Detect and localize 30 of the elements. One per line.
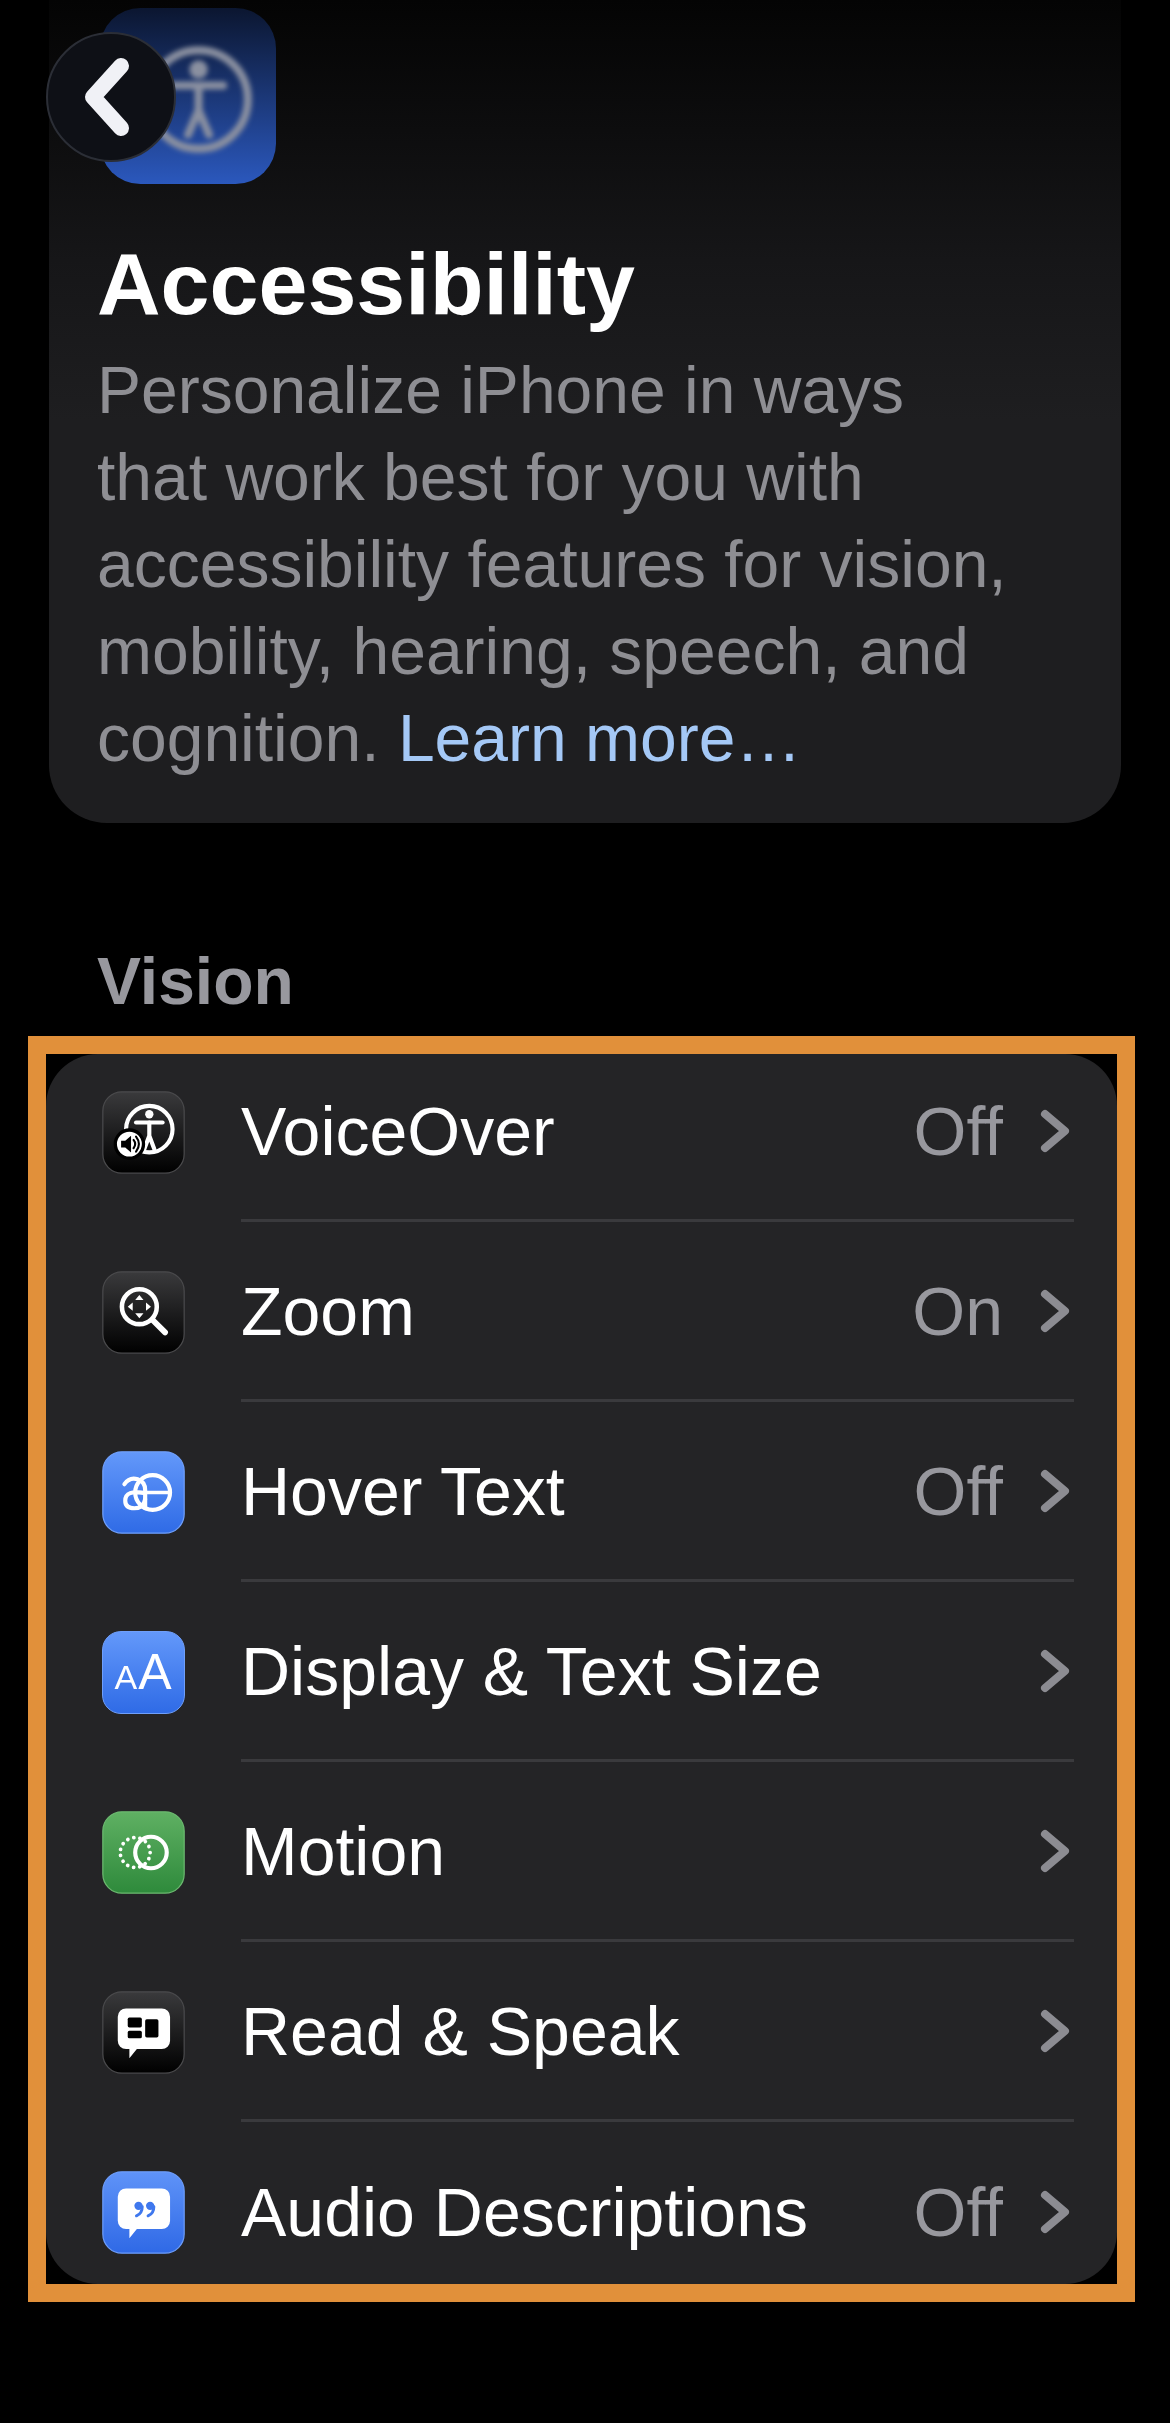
circle-loop-icon bbox=[102, 1450, 185, 1534]
accessibility-speaker-icon bbox=[102, 1090, 185, 1174]
chevron-icon bbox=[1039, 2189, 1071, 2235]
setting-value: On bbox=[912, 1271, 1003, 1351]
section-header: Vision bbox=[97, 943, 295, 1020]
quote-bubble-icon bbox=[102, 2170, 185, 2254]
magnifier-icon bbox=[102, 1270, 185, 1354]
chevron-icon bbox=[1039, 1827, 1071, 1874]
description-text: Personalize iPhone in ways that work best for you with accessibility features for vision, mobility, hearing, speech, and cognition. Learn more… bbox=[97, 352, 1008, 777]
text-size-icon: AA bbox=[102, 1630, 185, 1714]
setting-label[interactable]: Hover Text bbox=[241, 1450, 914, 1531]
chevron-icon bbox=[1039, 1467, 1071, 1514]
chevron-left-icon bbox=[83, 57, 131, 137]
page-title: Accessibility bbox=[97, 234, 637, 334]
setting-label[interactable]: Motion bbox=[241, 1810, 1039, 1891]
learn-more-link[interactable]: Learn more… bbox=[397, 701, 802, 775]
setting-label[interactable]: Read & Speak bbox=[241, 1990, 1039, 2071]
overlapping-circles-icon bbox=[102, 1810, 185, 1894]
setting-value: Off bbox=[913, 2173, 1003, 2252]
setting-label[interactable]: Audio Descriptions bbox=[241, 2172, 914, 2252]
setting-label[interactable]: Zoom bbox=[241, 1270, 913, 1351]
setting-label[interactable]: Display & Text Size bbox=[241, 1630, 1039, 1711]
setting-value: Off bbox=[913, 1091, 1003, 1171]
chevron-icon bbox=[1039, 1287, 1071, 1334]
setting-label[interactable]: VoiceOver bbox=[241, 1090, 914, 1171]
setting-value: Off bbox=[913, 1451, 1003, 1531]
chevron-icon bbox=[1039, 2007, 1071, 2054]
speech-bubble-icon bbox=[102, 1990, 185, 2074]
chevron-icon bbox=[1039, 1647, 1071, 1694]
chevron-icon bbox=[1039, 1107, 1071, 1154]
